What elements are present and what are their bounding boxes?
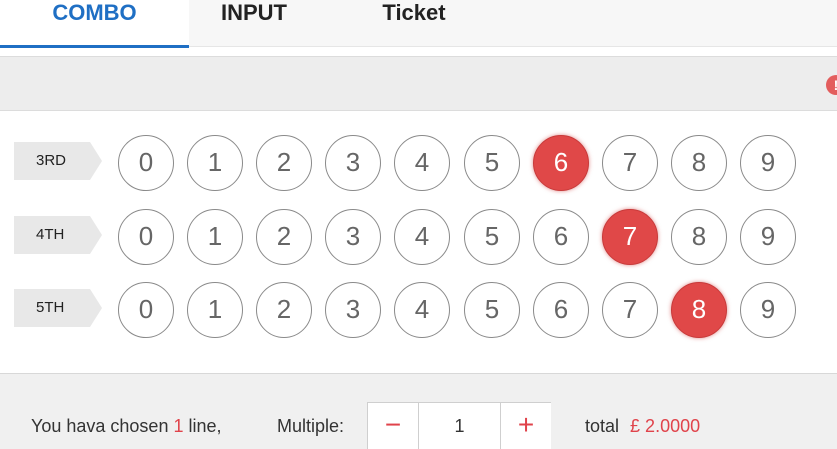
number-ball[interactable]: 9: [740, 135, 796, 191]
decrease-multiple-button[interactable]: −: [368, 403, 419, 449]
number-ball[interactable]: 8: [671, 282, 727, 338]
total-display: total £ 2.0000: [585, 416, 700, 437]
row-5th: 5TH 0123456789: [0, 282, 837, 338]
total-label: total: [585, 416, 620, 436]
footer-bar: You hava chosen 1 line, Multiple: − + to…: [0, 373, 837, 449]
increase-multiple-button[interactable]: +: [500, 403, 551, 449]
number-ball[interactable]: 2: [256, 209, 312, 265]
number-ball[interactable]: 3: [325, 209, 381, 265]
number-ball[interactable]: 4: [394, 209, 450, 265]
number-ball[interactable]: 2: [256, 135, 312, 191]
multiple-stepper: − +: [367, 402, 551, 449]
tab-bar: COMBO INPUT Ticket: [0, 0, 837, 48]
number-ball[interactable]: 3: [325, 282, 381, 338]
number-ball[interactable]: 0: [118, 282, 174, 338]
row-label-3rd: 3RD: [14, 142, 102, 180]
summary-line-suffix: line,: [188, 416, 222, 436]
number-board: 3RD 0123456789 4TH 0123456789 5TH 012345…: [0, 112, 837, 371]
row-label-4th: 4TH: [14, 216, 102, 254]
selection-summary: You hava chosen 1 line,: [31, 416, 222, 437]
number-ball[interactable]: 6: [533, 209, 589, 265]
number-ball[interactable]: 5: [464, 282, 520, 338]
number-ball[interactable]: 8: [671, 135, 727, 191]
number-ball[interactable]: 1: [187, 209, 243, 265]
tab-combo[interactable]: COMBO: [0, 0, 189, 48]
number-ball[interactable]: 8: [671, 209, 727, 265]
info-icon[interactable]: !: [826, 75, 837, 95]
tab-ticket[interactable]: Ticket: [319, 0, 509, 47]
number-ball[interactable]: 9: [740, 282, 796, 338]
info-bar: !: [0, 56, 837, 111]
number-ball[interactable]: 9: [740, 209, 796, 265]
number-ball[interactable]: 5: [464, 209, 520, 265]
row-label-5th: 5TH: [14, 289, 102, 327]
summary-prefix: You hava chosen: [31, 416, 169, 436]
row-4th: 4TH 0123456789: [0, 209, 837, 265]
number-ball[interactable]: 4: [394, 282, 450, 338]
number-ball[interactable]: 0: [118, 209, 174, 265]
multiple-label: Multiple:: [277, 416, 345, 436]
multiple-input[interactable]: [420, 403, 499, 449]
number-ball[interactable]: 3: [325, 135, 381, 191]
number-ball[interactable]: 1: [187, 282, 243, 338]
number-ball[interactable]: 7: [602, 209, 658, 265]
number-ball[interactable]: 6: [533, 282, 589, 338]
number-ball[interactable]: 1: [187, 135, 243, 191]
number-ball[interactable]: 0: [118, 135, 174, 191]
total-value: £ 2.0000: [630, 416, 701, 436]
number-ball[interactable]: 5: [464, 135, 520, 191]
number-ball[interactable]: 2: [256, 282, 312, 338]
number-ball[interactable]: 4: [394, 135, 450, 191]
number-ball[interactable]: 7: [602, 282, 658, 338]
tab-input[interactable]: INPUT: [189, 0, 319, 47]
row-3rd: 3RD 0123456789: [0, 135, 837, 191]
number-ball[interactable]: 7: [602, 135, 658, 191]
number-ball[interactable]: 6: [533, 135, 589, 191]
line-count: 1: [173, 416, 184, 436]
